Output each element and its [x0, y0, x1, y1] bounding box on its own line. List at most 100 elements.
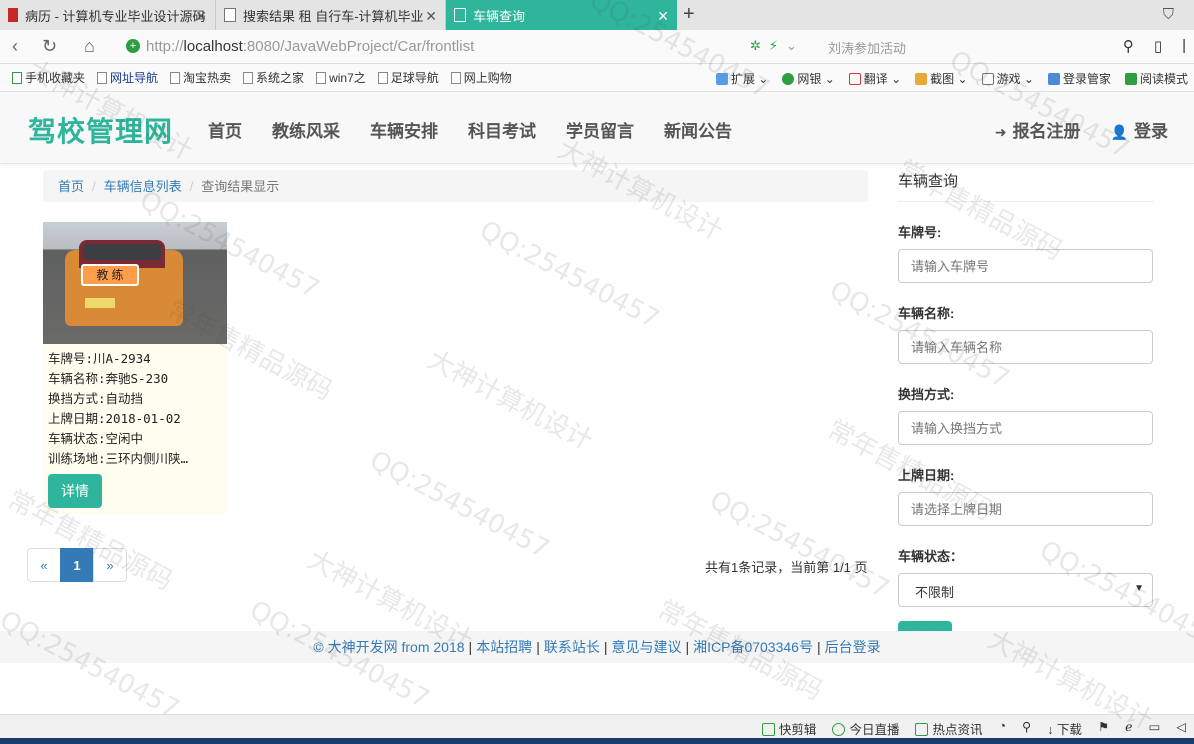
gear-input[interactable] — [898, 411, 1153, 445]
quick-clip-button[interactable]: 快剪辑 — [761, 719, 816, 738]
bookmark-item[interactable]: 网址导航 — [97, 69, 158, 86]
footer-link[interactable]: 湘ICP备0703346号 — [693, 639, 813, 655]
site-brand[interactable]: 驾校管理网 — [28, 110, 173, 150]
hot-news-button[interactable]: 热点资讯 — [915, 719, 982, 738]
extension-button[interactable]: 扩展 ⌄ — [715, 70, 768, 87]
page-icon — [97, 71, 108, 84]
nav-vehicles[interactable]: 车辆安排 — [370, 117, 438, 142]
bookmark-tools: 扩展 ⌄ 网银 ⌄ 翻译 ⌄ 截图 ⌄ 游戏 ⌄ 登录管家 阅读模式 — [715, 70, 1188, 87]
close-tab-icon[interactable]: ✕ — [657, 8, 669, 25]
car-window-shape — [83, 244, 161, 260]
refresh-green-icon[interactable]: ✲ — [750, 38, 761, 54]
bookmark-item[interactable]: 网上购物 — [450, 69, 512, 86]
page-icon — [377, 71, 388, 84]
footer-link[interactable]: 意见与建议 — [611, 639, 681, 655]
chevron-down-icon[interactable]: ⌄ — [786, 38, 797, 54]
nav-news[interactable]: 新闻公告 — [664, 117, 732, 142]
pin-icon[interactable]: ⚲ — [1022, 719, 1031, 738]
back-icon[interactable]: ‹ — [12, 36, 18, 57]
search-hint[interactable]: 刘涛参加活动 — [828, 38, 906, 57]
gear-label: 换挡方式: — [898, 387, 955, 402]
detail-button[interactable]: 详情 — [48, 474, 102, 508]
live-button[interactable]: 今日直播 — [832, 719, 899, 738]
bank-button[interactable]: 网银 ⌄ — [782, 70, 835, 87]
page-icon — [224, 8, 236, 22]
prev-page-button[interactable]: « — [27, 548, 61, 582]
url-field[interactable]: http://localhost:8080/JavaWebProject/Car… — [146, 38, 474, 55]
page-icon — [454, 8, 466, 22]
lightning-icon[interactable]: ⚡ — [769, 38, 778, 54]
account-menu: ➜ 报名注册 👤 登录 — [995, 117, 1168, 142]
car-photo[interactable]: 教 练 — [43, 222, 227, 344]
game-button[interactable]: 游戏 ⌄ — [981, 70, 1034, 87]
browser-tab[interactable]: 搜索结果 租 自行车-计算机毕业 ✕ — [216, 0, 446, 30]
bookmark-item[interactable]: 淘宝热卖 — [170, 69, 231, 86]
gamepad-icon — [981, 73, 994, 85]
bookmark-item[interactable]: 足球导航 — [377, 69, 439, 86]
footer-link[interactable]: 本站招聘 — [476, 639, 532, 655]
login-link[interactable]: 👤 登录 — [1111, 117, 1168, 142]
bookmark-item[interactable]: 手机收藏夹 — [12, 69, 85, 86]
nav-messages[interactable]: 学员留言 — [566, 117, 634, 142]
home-icon[interactable]: ⌂ — [84, 36, 95, 57]
name-label: 车辆名称: — [898, 306, 955, 321]
ie-icon[interactable]: ℯ — [1125, 719, 1132, 738]
translate-button[interactable]: 翻译 ⌄ — [848, 70, 901, 87]
nav-coaches[interactable]: 教练风采 — [272, 117, 340, 142]
menu-icon[interactable]: | — [1182, 37, 1186, 55]
site-navbar: 驾校管理网 首页 教练风采 车辆安排 科目考试 学员留言 新闻公告 ➜ 报名注册 … — [0, 92, 1194, 164]
car-name: 车辆名称:奔驰S-230 — [48, 371, 169, 386]
flag-icon[interactable]: ⚑ — [1098, 719, 1109, 738]
plate-input[interactable] — [898, 249, 1153, 283]
phone-icon[interactable]: ▯ — [1154, 37, 1162, 55]
page-icon — [170, 71, 181, 84]
watermark-text: 大神计算机设计 — [422, 344, 598, 457]
address-bar: ‹ ↻ ⌂ + http://localhost:8080/JavaWebPro… — [0, 30, 1194, 64]
nav-exams[interactable]: 科目考试 — [468, 117, 536, 142]
speed-icon[interactable]: ◔ — [998, 719, 1006, 738]
footer-separator: | — [468, 639, 473, 655]
breadcrumb-current: 查询结果显示 — [201, 179, 280, 194]
bookmark-item[interactable]: 系统之家 — [243, 69, 304, 86]
volume-icon[interactable]: ◁ — [1176, 719, 1186, 738]
download-button[interactable]: ↓ 下载 — [1047, 719, 1082, 738]
name-input[interactable] — [898, 330, 1153, 364]
phone-icon — [12, 71, 22, 84]
breadcrumb-list[interactable]: 车辆信息列表 — [104, 179, 182, 194]
play-icon — [832, 723, 846, 736]
reload-icon[interactable]: ↻ — [42, 36, 57, 57]
browser-tab-active[interactable]: 车辆查询 ✕ — [446, 0, 677, 30]
main-menu: 首页 教练风采 车辆安排 科目考试 学员留言 新闻公告 — [208, 117, 762, 142]
date-input[interactable] — [898, 492, 1153, 526]
bookmark-item[interactable]: win7之 — [316, 69, 366, 86]
new-tab-button[interactable]: + — [683, 3, 695, 26]
register-link[interactable]: ➜ 报名注册 — [995, 117, 1081, 142]
bank-icon — [782, 73, 795, 85]
reader-mode-button[interactable]: 阅读模式 — [1124, 70, 1188, 87]
breadcrumb-home[interactable]: 首页 — [58, 179, 84, 194]
browser-tab[interactable]: 病历 - 计算机专业毕业设计源码 ✕ — [0, 0, 216, 30]
translate-icon — [848, 73, 861, 85]
footer-separator: | — [816, 639, 821, 655]
footer-separator: | — [685, 639, 690, 655]
close-tab-icon[interactable]: ✕ — [195, 8, 207, 25]
grid-icon — [715, 73, 728, 85]
download-icon: ↓ — [1047, 723, 1057, 737]
watermark-text: QQ:254540457 — [364, 445, 554, 565]
footer-link[interactable]: 后台登录 — [825, 639, 881, 655]
breadcrumb-separator: / — [92, 179, 96, 194]
status-items: 快剪辑 今日直播 热点资讯 ◔ ⚲ ↓ 下载 ⚑ ℯ ▭ ◁ — [761, 719, 1186, 738]
window-icon[interactable]: ▭ — [1149, 719, 1161, 738]
close-tab-icon[interactable]: ✕ — [425, 8, 437, 25]
nav-home[interactable]: 首页 — [208, 117, 242, 142]
tab-title: 车辆查询 — [473, 8, 526, 24]
search-icon[interactable]: ⚲ — [1123, 37, 1134, 55]
status-select[interactable]: 不限制 ▼ — [898, 573, 1153, 607]
page-1-button[interactable]: 1 — [60, 548, 94, 582]
car-gear: 换挡方式:自动挡 — [48, 391, 144, 406]
footer-link[interactable]: 联系站长 — [544, 639, 600, 655]
shirt-icon[interactable]: ⛉ — [1163, 6, 1174, 23]
next-page-button[interactable]: » — [93, 548, 127, 582]
screenshot-button[interactable]: 截图 ⌄ — [915, 70, 968, 87]
login-manager-button[interactable]: 登录管家 — [1047, 70, 1111, 87]
